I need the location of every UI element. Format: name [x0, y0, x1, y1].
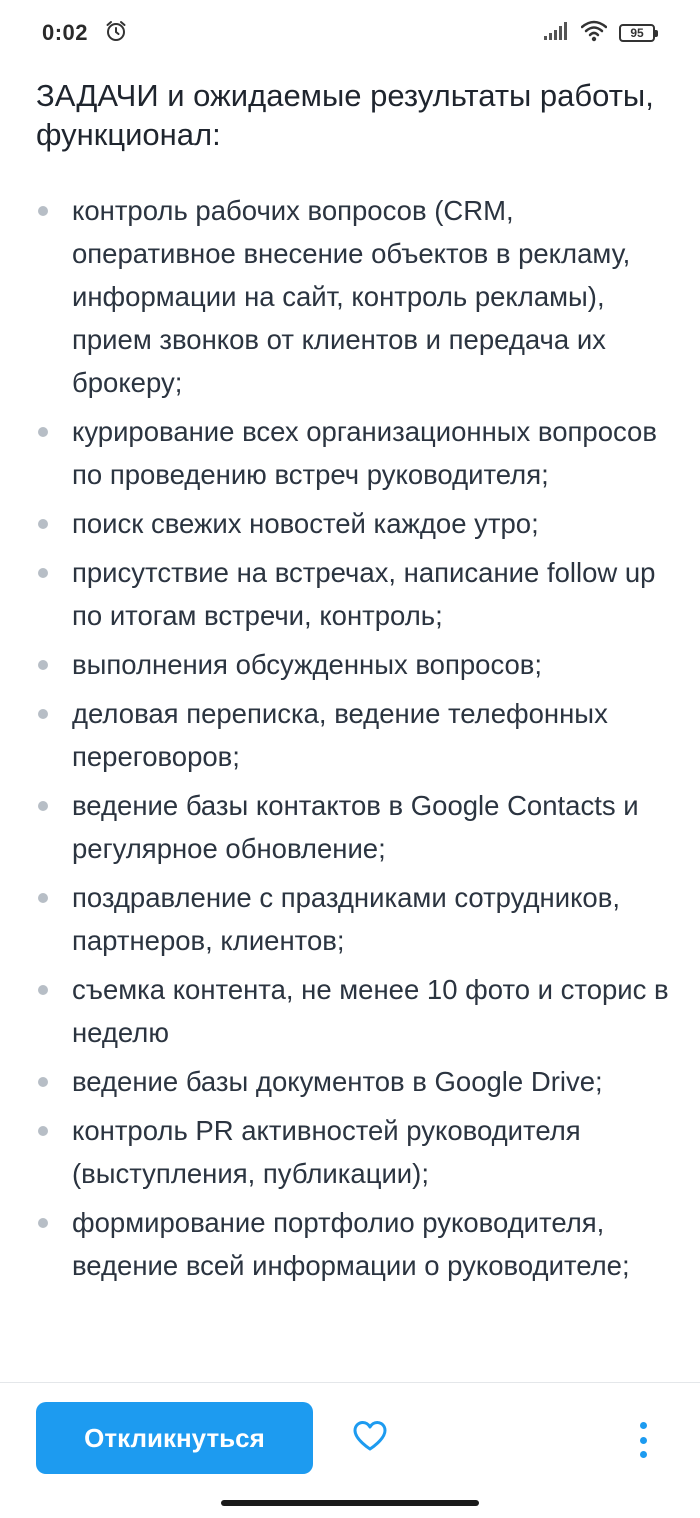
section-title: ЗАДАЧИ и ожидаемые результаты работы, фу… [36, 78, 654, 152]
list-item-text: деловая переписка, ведение телефонных пе… [72, 698, 608, 772]
list-item-text: ведение базы документов в Google Drive; [72, 1066, 603, 1097]
list-item-text: выполнения обсужденных вопросов; [72, 649, 543, 680]
list-item: контроль рабочих вопросов (CRM, оператив… [36, 189, 670, 404]
respond-button[interactable]: Откликнуться [36, 1402, 313, 1474]
heart-icon [352, 1420, 388, 1457]
bullet-icon [38, 206, 48, 216]
list-item-text: контроль PR активностей руководителя (вы… [72, 1115, 581, 1189]
bullet-icon [38, 568, 48, 578]
vacancy-description[interactable]: ЗАДАЧИ и ожидаемые результаты работы, фу… [36, 76, 670, 1382]
status-time: 0:02 [42, 20, 89, 45]
list-item-text: ведение базы контактов в Google Contacts… [72, 790, 639, 864]
list-item: присутствие на встречах, написание follo… [36, 551, 670, 637]
list-item-text: съемка контента, не менее 10 фото и стор… [72, 974, 669, 1048]
bullet-icon [38, 660, 48, 670]
battery-level: 95 [619, 24, 655, 42]
status-right: 95 [543, 20, 658, 47]
list-item: формирование портфолио руководителя, вед… [36, 1201, 670, 1287]
list-item: съемка контента, не менее 10 фото и стор… [36, 968, 670, 1054]
bullet-icon [38, 1218, 48, 1228]
bullet-icon [38, 427, 48, 437]
bullet-icon [38, 1077, 48, 1087]
list-item: выполнения обсужденных вопросов; [36, 643, 670, 686]
list-item: поиск свежих новостей каждое утро; [36, 502, 670, 545]
signal-icon [543, 21, 569, 46]
more-vertical-icon-dot [639, 1451, 647, 1458]
home-indicator[interactable] [221, 1500, 479, 1506]
more-options-button[interactable] [626, 1418, 660, 1462]
bullet-icon [38, 519, 48, 529]
bullet-icon [38, 801, 48, 811]
bullet-icon [38, 709, 48, 719]
list-item: поздравление с праздниками сотрудников, … [36, 876, 670, 962]
more-vertical-icon [639, 1422, 647, 1429]
list-item-text: присутствие на встречах, написание follo… [72, 557, 656, 631]
battery-tip [655, 29, 658, 37]
list-item-text: курирование всех организационных вопросо… [72, 416, 657, 490]
bottom-action-bar: Откликнуться [0, 1382, 700, 1518]
list-item-text: поиск свежих новостей каждое утро; [72, 508, 539, 539]
status-left: 0:02 [42, 19, 128, 48]
status-bar: 0:02 95 [0, 0, 700, 66]
list-item: контроль PR активностей руководителя (вы… [36, 1109, 670, 1195]
task-list: контроль рабочих вопросов (CRM, оператив… [36, 189, 670, 1287]
list-item: ведение базы контактов в Google Contacts… [36, 784, 670, 870]
battery-icon: 95 [619, 24, 658, 42]
favorite-button[interactable] [350, 1418, 390, 1458]
bullet-icon [38, 893, 48, 903]
list-item: ведение базы документов в Google Drive; [36, 1060, 670, 1103]
bullet-icon [38, 985, 48, 995]
more-vertical-icon-dot [639, 1436, 647, 1444]
bullet-icon [38, 1126, 48, 1136]
list-item-text: поздравление с праздниками сотрудников, … [72, 882, 620, 956]
list-item: деловая переписка, ведение телефонных пе… [36, 692, 670, 778]
alarm-icon [104, 19, 128, 48]
list-item-text: формирование портфолио руководителя, вед… [72, 1207, 630, 1281]
wifi-icon [580, 20, 608, 47]
list-item: курирование всех организационных вопросо… [36, 410, 670, 496]
list-item-text: контроль рабочих вопросов (CRM, оператив… [72, 195, 631, 398]
